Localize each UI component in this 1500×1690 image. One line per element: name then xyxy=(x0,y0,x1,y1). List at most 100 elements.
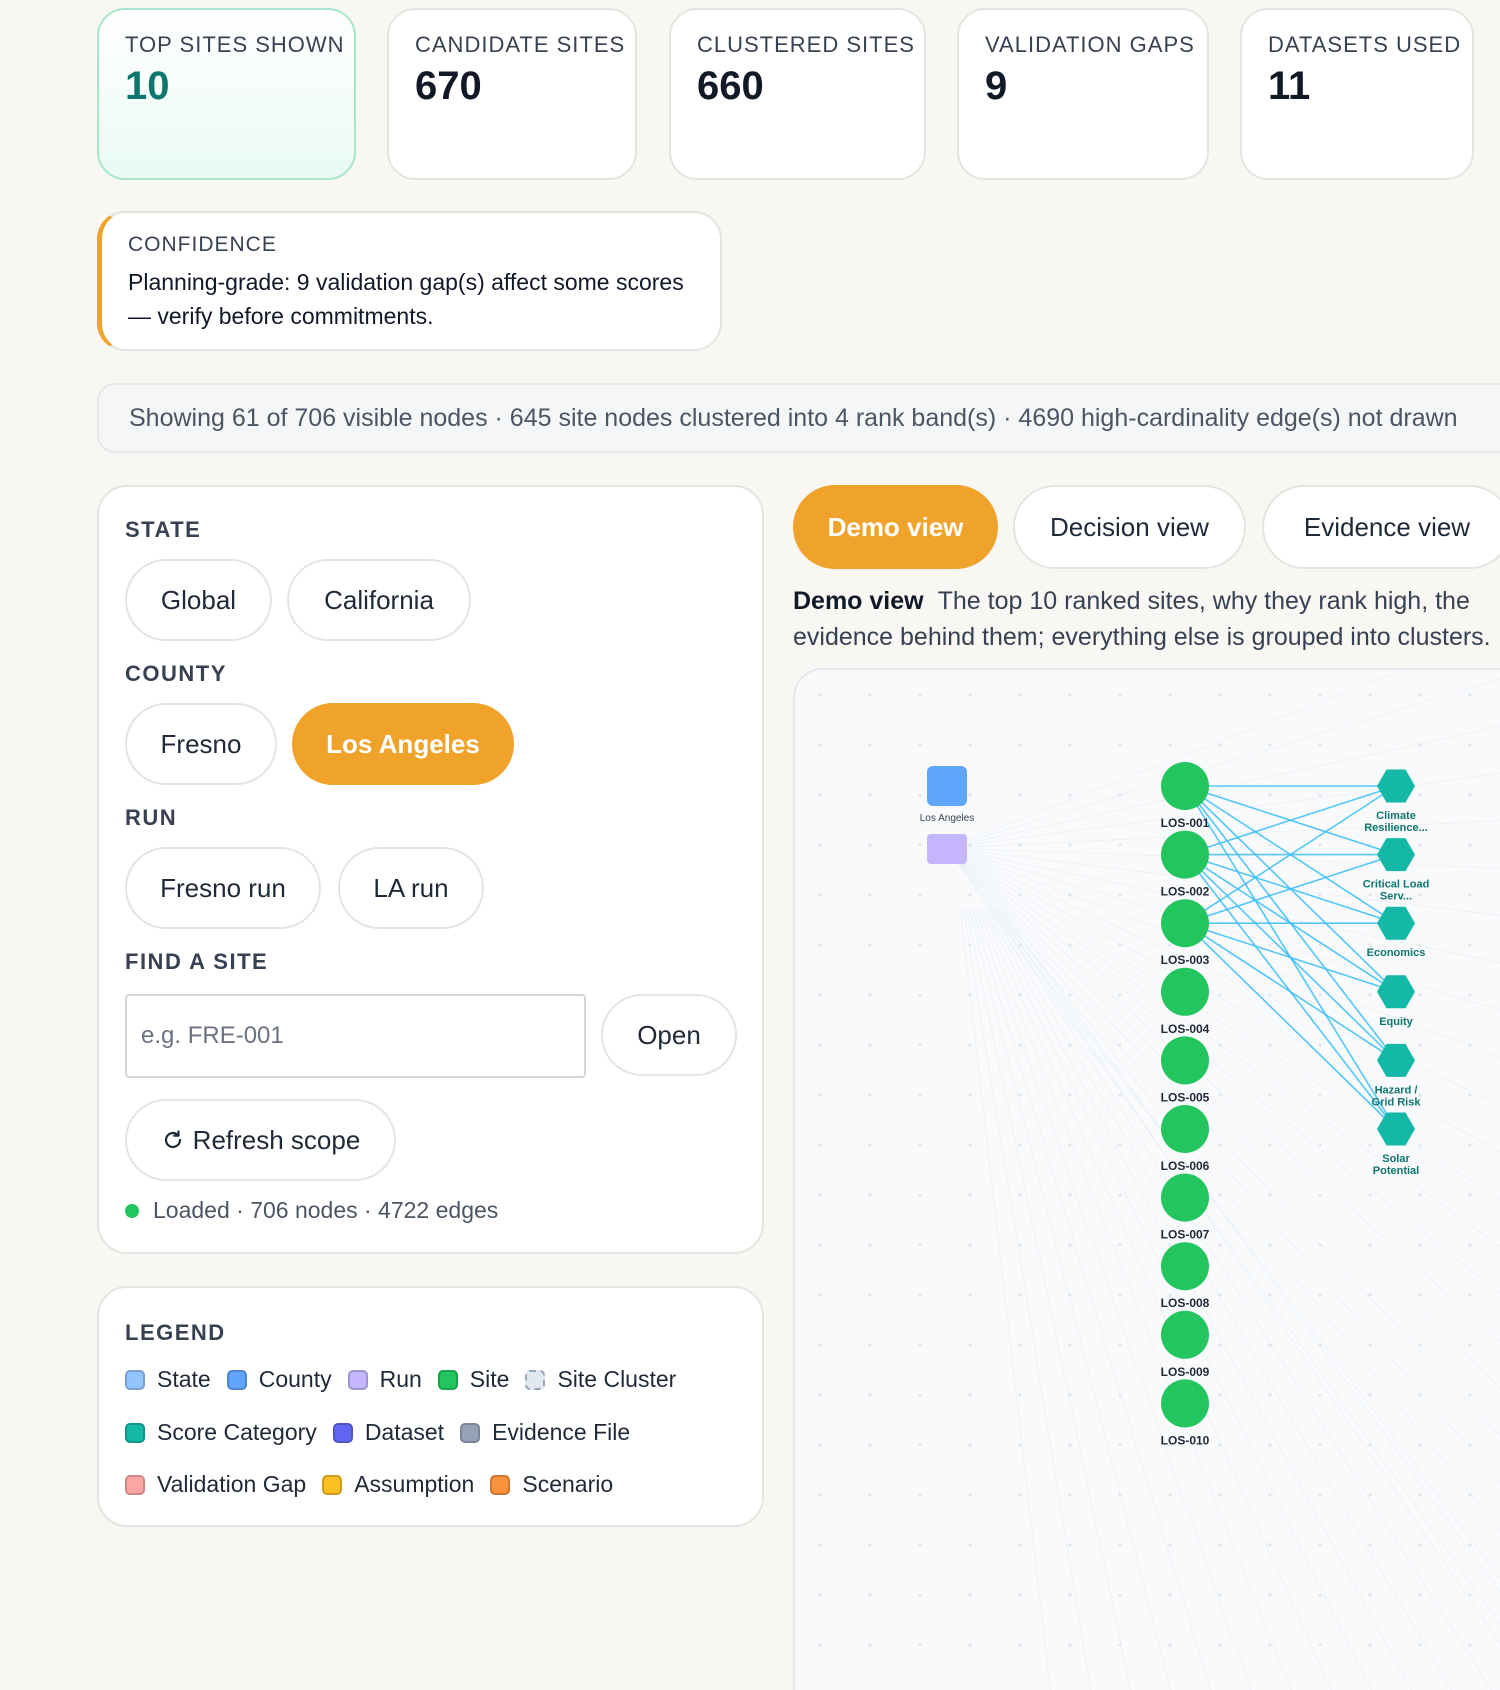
site-node-label: LOS-004 xyxy=(1161,1022,1210,1036)
kpi-datasets-used: DATASETS USED 11 xyxy=(1240,8,1474,180)
site-node xyxy=(1161,1173,1209,1222)
site-node xyxy=(1161,1379,1209,1428)
faint-edge xyxy=(968,907,1171,1690)
graph-canvas[interactable]: Los Angeles LOS-001 LOS-002 LOS-003 LOS-004 L… xyxy=(793,668,1500,1690)
kpi-candidate-sites: CANDIDATE SITES 670 xyxy=(387,8,637,180)
site-cluster-swatch xyxy=(525,1369,546,1390)
faint-edge xyxy=(946,847,1500,1011)
state-option-global[interactable]: Global xyxy=(125,559,272,641)
load-status-text: Loaded · 706 nodes · 4722 edges xyxy=(153,1197,499,1223)
tab-evidence-view[interactable]: Evidence view xyxy=(1262,485,1500,569)
graph-edge xyxy=(1184,922,1397,1130)
kpi-label: TOP SITES SHOWN xyxy=(125,32,345,57)
score-category-label: Solar xyxy=(1382,1153,1410,1165)
site-node-label: LOS-005 xyxy=(1161,1090,1210,1104)
kpi-value: 670 xyxy=(415,64,482,108)
county-section-title: COUNTY xyxy=(125,661,227,686)
legend-label: Score Category xyxy=(157,1419,317,1445)
site-node-label: LOS-010 xyxy=(1161,1433,1210,1447)
legend-item-site-cluster: Site Cluster xyxy=(525,1366,676,1393)
site-node-label: LOS-003 xyxy=(1161,953,1210,967)
faint-edge xyxy=(974,907,1252,1690)
run-section-title: RUN xyxy=(125,805,178,830)
site-node xyxy=(1161,830,1209,879)
run-node xyxy=(927,834,967,864)
site-node xyxy=(1161,1310,1209,1359)
score-category-label: Resilience... xyxy=(1364,822,1428,834)
view-description-title: Demo view xyxy=(793,587,924,615)
graph-summary-text: Showing 61 of 706 visible nodes · 645 si… xyxy=(129,403,1458,432)
score-category-node xyxy=(1377,1043,1415,1077)
validation-gap-swatch xyxy=(125,1474,145,1495)
legend-item-scenario: Scenario xyxy=(490,1471,613,1498)
evidence-file-swatch xyxy=(460,1422,481,1443)
run-option-fresno-run[interactable]: Fresno run xyxy=(125,847,321,929)
legend-item-county: County xyxy=(226,1366,332,1393)
score-category-swatch xyxy=(125,1422,145,1443)
legend-item-validation-gap: Validation Gap xyxy=(125,1471,306,1498)
scenario-swatch xyxy=(490,1474,511,1495)
site-node-label: LOS-009 xyxy=(1161,1365,1210,1379)
run-option-la-run[interactable]: LA run xyxy=(338,847,484,929)
score-category-label: Potential xyxy=(1373,1165,1419,1177)
faint-edge xyxy=(946,847,1500,1578)
faint-edge xyxy=(946,847,1500,1626)
site-node-label: LOS-008 xyxy=(1161,1296,1210,1310)
faint-edge xyxy=(998,907,1500,1593)
kpi-top-sites-shown: TOP SITES SHOWN 10 xyxy=(97,8,356,180)
open-site-button[interactable]: Open xyxy=(601,994,737,1076)
legend-row: Validation Gap Assumption Scenario xyxy=(125,1471,629,1498)
kpi-label: VALIDATION GAPS xyxy=(985,32,1195,57)
legend-label: Site Cluster xyxy=(557,1366,677,1392)
site-node-label: LOS-001 xyxy=(1161,816,1210,830)
kpi-clustered-sites: CLUSTERED SITES 660 xyxy=(669,8,926,180)
site-node xyxy=(1161,762,1209,810)
kpi-value: 660 xyxy=(697,64,764,108)
score-category-node xyxy=(1377,906,1415,940)
confidence-label: CONFIDENCE xyxy=(128,233,277,256)
tab-demo-view[interactable]: Demo view xyxy=(793,485,998,569)
refresh-icon xyxy=(164,1130,181,1149)
graph-edge xyxy=(1184,922,1397,1062)
site-node xyxy=(1161,1105,1209,1153)
legend-label: Dataset xyxy=(364,1419,445,1445)
state-section-title: STATE xyxy=(125,517,202,542)
load-status: Loaded · 706 nodes · 4722 edges xyxy=(125,1197,498,1224)
score-category-label: Hazard / xyxy=(1375,1084,1418,1096)
graph-summary-bar: Showing 61 of 706 visible nodes · 645 si… xyxy=(97,383,1500,453)
score-category-label: Economics xyxy=(1367,947,1426,959)
kpi-label: CANDIDATE SITES xyxy=(415,32,626,57)
faint-edge xyxy=(959,907,1051,1690)
legend-item-site: Site xyxy=(437,1366,509,1393)
refresh-scope-button[interactable]: Refresh scope xyxy=(125,1099,396,1181)
kpi-label: CLUSTERED SITES xyxy=(697,32,915,57)
score-category-label: Serv... xyxy=(1380,891,1412,903)
site-node xyxy=(1161,1036,1209,1085)
legend-label: Evidence File xyxy=(492,1419,631,1445)
score-category-node xyxy=(1377,1112,1415,1146)
site-node xyxy=(1161,1242,1209,1291)
find-site-input[interactable] xyxy=(125,994,586,1078)
site-node-label: LOS-006 xyxy=(1161,1159,1210,1173)
state-option-california[interactable]: California xyxy=(287,559,471,641)
legend-label: State xyxy=(157,1366,211,1392)
score-category-label: Climate xyxy=(1376,810,1416,822)
graph-svg[interactable]: Los Angeles LOS-001 LOS-002 LOS-003 LOS-004 L… xyxy=(795,670,1500,1690)
tab-decision-view[interactable]: Decision view xyxy=(1013,485,1246,569)
assumption-swatch xyxy=(322,1474,343,1495)
dataset-swatch xyxy=(332,1422,353,1443)
kpi-value: 11 xyxy=(1268,64,1311,108)
score-category-node xyxy=(1377,838,1415,872)
legend-title: LEGEND xyxy=(125,1320,226,1345)
legend-label: Scenario xyxy=(522,1471,614,1497)
county-option-los-angeles[interactable]: Los Angeles xyxy=(292,703,514,785)
county-node xyxy=(927,766,967,806)
kpi-label: DATASETS USED xyxy=(1268,32,1462,57)
county-option-fresno[interactable]: Fresno xyxy=(125,703,277,785)
view-description: Demo view The top 10 ranked sites, why th… xyxy=(793,583,1500,655)
score-category-label: Critical Load xyxy=(1363,879,1430,891)
faint-edge xyxy=(962,907,1091,1690)
legend-label: Assumption xyxy=(354,1471,475,1497)
score-category-node xyxy=(1377,769,1415,803)
kpi-value: 9 xyxy=(985,64,1008,108)
